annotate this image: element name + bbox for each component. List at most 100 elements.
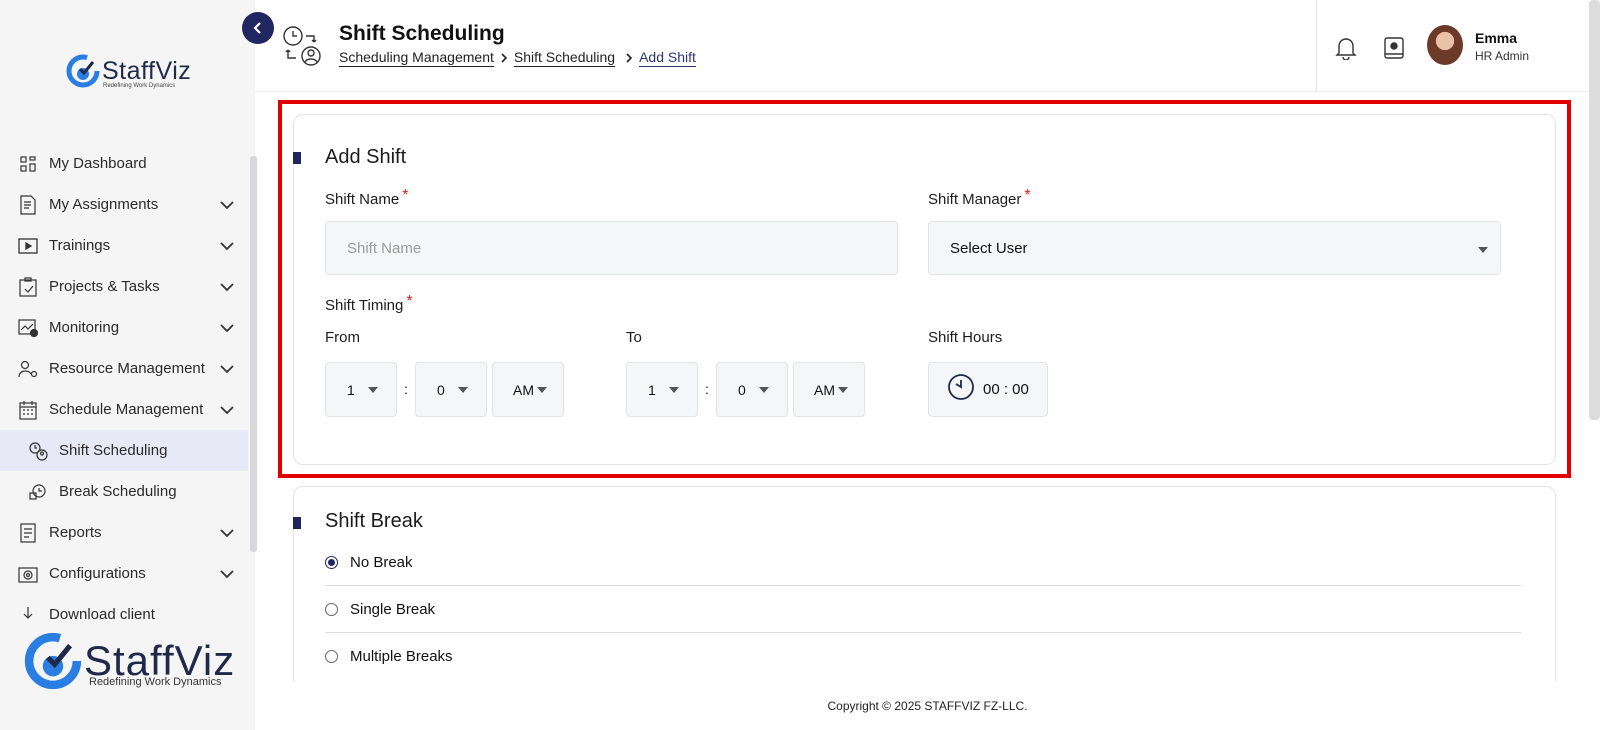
chevron-down-icon[interactable]	[220, 566, 234, 584]
no-break-radio[interactable]	[325, 555, 338, 569]
from-period-value: AM	[513, 381, 534, 398]
to-hour-value: 1	[648, 381, 656, 398]
sidebar-item-label: My Dashboard	[49, 155, 147, 172]
single-break-radio[interactable]	[325, 602, 338, 616]
from-minute-value: 0	[437, 381, 445, 398]
sidebar-item-label: Schedule Management	[49, 401, 204, 418]
to-minute-value: 0	[738, 381, 746, 398]
chevron-down-icon[interactable]	[220, 320, 234, 338]
sidebar-item-configurations[interactable]: Configurations	[0, 553, 248, 594]
logo-mark-icon	[24, 632, 82, 690]
single-break-option[interactable]: Single Break	[325, 586, 1521, 633]
chevron-down-icon[interactable]	[220, 279, 234, 297]
sidebar-item-resource-management[interactable]: Resource Management	[0, 348, 248, 389]
to-label: To	[626, 329, 642, 346]
to-period-value: AM	[814, 381, 835, 398]
add-shift-title: Add Shift	[325, 146, 407, 168]
header-user-area: Emma HR Admin	[1316, 0, 1560, 92]
no-break-option[interactable]: No Break	[325, 539, 1521, 586]
shift-name-label-text: Shift Name	[325, 191, 400, 208]
shift-manager-select[interactable]: Select User	[928, 221, 1501, 275]
time-separator: :	[705, 381, 709, 397]
from-period-select[interactable]: AM	[492, 362, 564, 417]
breadcrumb-scheduling-management[interactable]: Scheduling Management	[339, 49, 494, 67]
shift-timing-label: Shift Timing *	[325, 293, 413, 315]
clipboard-icon	[18, 276, 38, 297]
shift-name-input[interactable]: Shift Name	[325, 221, 898, 275]
chevron-down-icon[interactable]	[220, 197, 234, 215]
single-break-label: Single Break	[350, 600, 436, 618]
copyright-text: Copyright © 2025 STAFFVIZ FZ-LLC.	[827, 698, 1028, 713]
avatar[interactable]	[1427, 25, 1463, 65]
sidebar-item-projects-tasks[interactable]: Projects & Tasks	[0, 266, 248, 307]
sidebar-item-break-scheduling[interactable]: Break Scheduling	[0, 471, 248, 512]
shift-hours-display: 00 : 00	[928, 362, 1048, 417]
shift-hours-label: Shift Hours	[928, 329, 1003, 346]
chevron-down-icon[interactable]	[220, 402, 234, 420]
to-period-select[interactable]: AM	[793, 362, 865, 417]
to-hour-select[interactable]: 1	[626, 362, 698, 417]
sidebar-item-label: Resource Management	[49, 360, 205, 377]
chevron-down-icon[interactable]	[220, 525, 234, 543]
sidebar-scrollbar[interactable]	[250, 156, 257, 552]
brand-logo-top[interactable]: StaffViz Redefining Work Dynamics	[66, 54, 192, 89]
sidebar-collapse-button[interactable]	[242, 12, 274, 44]
sidebar-item-shift-scheduling[interactable]: Shift Scheduling	[0, 430, 248, 471]
chevron-down-icon[interactable]	[220, 361, 234, 379]
shift-timing-label-text: Shift Timing	[325, 297, 404, 314]
multiple-breaks-radio[interactable]	[325, 650, 338, 663]
sidebar-item-label: Shift Scheduling	[59, 442, 168, 459]
sidebar-item-trainings[interactable]: Trainings	[0, 225, 248, 266]
shift-break-title: Shift Break	[325, 510, 423, 532]
download-icon	[18, 605, 38, 620]
sidebar-item-my-assignments[interactable]: My Assignments	[0, 184, 248, 225]
sidebar-item-monitoring[interactable]: Monitoring	[0, 307, 248, 348]
chevron-right-icon	[500, 50, 508, 66]
sidebar: StaffViz Redefining Work Dynamics My Das…	[0, 0, 257, 730]
sidebar-item-label: Trainings	[49, 237, 111, 254]
page-title: Shift Scheduling	[339, 22, 505, 45]
dashboard-icon	[18, 154, 38, 174]
brand-name: StaffViz	[102, 56, 192, 85]
brand-tagline: Redefining Work Dynamics	[89, 676, 222, 688]
breadcrumb-shift-scheduling[interactable]: Shift Scheduling	[513, 49, 616, 67]
add-shift-card: Add Shift Shift Name * Shift Name Shift M…	[293, 114, 1556, 465]
multiple-breaks-option[interactable]: Multiple Breaks	[325, 633, 1521, 680]
shift-name-label: Shift Name *	[325, 187, 408, 209]
sidebar-item-label: Reports	[49, 524, 102, 541]
user-name[interactable]: Emma	[1475, 30, 1517, 46]
to-minute-select[interactable]: 0	[716, 362, 788, 417]
caret-down-icon	[669, 387, 679, 393]
shift-break-card: Shift Break No Break Single Break Multip…	[293, 486, 1556, 681]
shift-icon	[28, 441, 48, 461]
sidebar-item-reports[interactable]: Reports	[0, 512, 248, 553]
bell-icon[interactable]	[1335, 36, 1357, 65]
from-hour-select[interactable]: 1	[325, 362, 397, 417]
breadcrumb: Scheduling Management Shift Scheduling A…	[339, 49, 696, 67]
sidebar-item-my-dashboard[interactable]: My Dashboard	[0, 146, 248, 184]
handbook-icon[interactable]	[1383, 36, 1405, 65]
required-marker: *	[1024, 187, 1031, 204]
caret-down-icon	[838, 387, 848, 393]
sidebar-nav: My Dashboard My Assignments Trainings Pr…	[0, 146, 248, 619]
caret-down-icon	[759, 387, 769, 393]
chevron-down-icon[interactable]	[220, 238, 234, 256]
from-minute-select[interactable]: 0	[415, 362, 487, 417]
caret-down-icon	[368, 387, 378, 393]
time-separator: :	[404, 381, 408, 397]
user-role: HR Admin	[1475, 49, 1530, 63]
shift-hours-value: 00 : 00	[983, 381, 1029, 398]
sidebar-item-download-client[interactable]: Download client	[0, 594, 248, 619]
required-marker: *	[406, 293, 413, 310]
sidebar-item-label: Configurations	[49, 565, 146, 582]
sidebar-item-schedule-management[interactable]: Schedule Management	[0, 389, 248, 430]
sidebar-item-label: My Assignments	[49, 196, 159, 213]
page-scrollbar[interactable]	[1589, 0, 1600, 420]
reports-icon	[18, 522, 38, 543]
breadcrumb-add-shift[interactable]: Add Shift	[639, 49, 696, 67]
caret-down-icon	[1478, 247, 1488, 253]
brand-logo-bottom: StaffViz Redefining Work Dynamics	[24, 632, 235, 690]
top-header: Shift Scheduling Scheduling Management S…	[255, 0, 1600, 92]
from-hour-value: 1	[347, 381, 355, 398]
footer: Copyright © 2025 STAFFVIZ FZ-LLC.	[255, 681, 1600, 730]
